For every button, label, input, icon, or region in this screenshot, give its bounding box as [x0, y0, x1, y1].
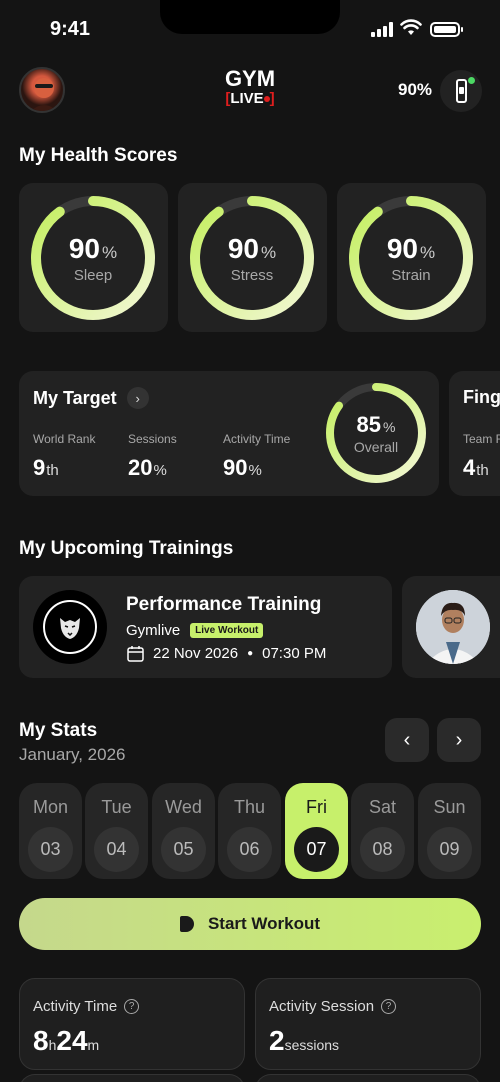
score-card-stress[interactable]: 90% Stress [178, 183, 327, 332]
calendar-icon [127, 646, 144, 662]
day-fri[interactable]: Fri 07 [285, 783, 348, 879]
health-scores-title: My Health Scores [19, 145, 178, 166]
tiger-emblem-icon [60, 618, 80, 639]
day-sat[interactable]: Sat 08 [351, 783, 414, 879]
day-sun[interactable]: Sun 09 [418, 783, 481, 879]
day-name: Mon [32, 797, 68, 817]
stress-unit: % [261, 242, 277, 262]
day-mon[interactable]: Mon 03 [19, 783, 82, 879]
day-number: 05 [161, 827, 206, 872]
strain-value: 90 [386, 232, 419, 264]
training-date: 22 Nov 2026 [153, 645, 239, 662]
activity-session-card[interactable]: Activity Session ? 2sessions [255, 978, 481, 1070]
sessions-label: Sessions [128, 432, 177, 446]
session-unit: sessions [284, 1037, 340, 1053]
next-target-suffix: th [476, 462, 489, 479]
sleep-value: 90 [68, 232, 101, 264]
day-number: 06 [227, 827, 272, 872]
day-thu[interactable]: Thu 06 [218, 783, 281, 879]
world-rank-label: World Rank [33, 432, 96, 446]
sleep-label: Sleep [73, 266, 113, 284]
day-name: Fri [306, 797, 327, 817]
day-name: Sat [368, 797, 397, 817]
user-avatar[interactable] [19, 67, 65, 113]
wifi-icon [400, 19, 422, 35]
activity-time-card[interactable]: Activity Time ? 8h24m [19, 978, 245, 1070]
logo-text-live: LIVE [230, 90, 264, 107]
wearable-device-button[interactable] [440, 70, 482, 112]
activity-time-label: Activity Time [223, 432, 291, 446]
training-time: 07:30 PM [262, 645, 327, 662]
stress-value: 90 [227, 232, 260, 264]
strain-unit: % [420, 242, 436, 262]
day-name: Sun [433, 797, 466, 817]
day-tue[interactable]: Tue 04 [85, 783, 148, 879]
overall-unit: % [383, 418, 396, 435]
day-number: 07 [294, 827, 339, 872]
day-name: Thu [233, 797, 266, 817]
trainer-avatar [416, 590, 490, 664]
target-title: My Target [33, 387, 117, 408]
world-rank-value: 9 [33, 455, 46, 480]
signal-icon [371, 22, 393, 37]
training-org: Gymlive [126, 622, 181, 639]
score-card-sleep[interactable]: 90% Sleep [19, 183, 168, 332]
play-icon [179, 916, 194, 932]
camera-notch [160, 0, 340, 34]
stats-card-partial[interactable] [255, 1074, 481, 1082]
connected-status-dot [468, 77, 475, 84]
device-battery-level: 90% [398, 80, 433, 99]
overall-value: 85 [356, 411, 382, 437]
next-target-card[interactable]: Fing Team R 4th [449, 371, 500, 496]
strain-label: Strain [391, 266, 431, 284]
stats-card-partial[interactable] [19, 1074, 245, 1082]
logo-text-gym: GYM [224, 66, 276, 91]
my-stats-title: My Stats [19, 720, 98, 741]
next-target-value: 4 [463, 455, 476, 480]
stress-label: Stress [230, 266, 274, 284]
sessions-value: 20 [128, 455, 153, 480]
upcoming-trainings-title: My Upcoming Trainings [19, 538, 234, 559]
help-icon[interactable]: ? [381, 999, 397, 1014]
target-card[interactable]: My Target › World Rank 9th Sessions 20% … [19, 371, 439, 496]
next-target-label: Team R [463, 432, 500, 446]
help-icon[interactable]: ? [124, 999, 140, 1014]
day-name: Wed [165, 797, 202, 817]
start-workout-button[interactable]: Start Workout [19, 898, 481, 950]
club-badge-logo [33, 590, 107, 664]
status-time: 9:41 [50, 18, 91, 40]
live-workout-badge: Live Workout [190, 623, 264, 638]
sessions-suffix: % [153, 462, 167, 479]
day-number: 08 [360, 827, 405, 872]
chevron-right-icon[interactable]: › [126, 387, 149, 409]
overall-label: Overall [353, 438, 399, 455]
day-name: Tue [101, 797, 132, 817]
activity-minutes: 24 [56, 1025, 88, 1056]
stats-period: January, 2026 [19, 745, 126, 764]
fitness-band-icon [455, 79, 467, 103]
day-number: 09 [427, 827, 472, 872]
start-workout-label: Start Workout [207, 914, 321, 933]
day-number: 04 [94, 827, 139, 872]
activity-session-card-label: Activity Session [269, 998, 375, 1015]
minutes-unit: m [87, 1037, 100, 1053]
battery-icon [430, 22, 463, 37]
activity-time-suffix: % [248, 462, 262, 479]
score-card-strain[interactable]: 90% Strain [337, 183, 486, 332]
next-target-title: Fing [463, 387, 500, 407]
sleep-unit: % [102, 242, 118, 262]
activity-hours: 8 [33, 1025, 49, 1056]
training-title: Performance Training [126, 594, 322, 615]
prev-week-button[interactable]: ‹ [385, 718, 429, 762]
day-number: 03 [28, 827, 73, 872]
world-rank-suffix: th [46, 462, 59, 479]
session-count: 2 [269, 1025, 285, 1056]
activity-time-value: 90 [223, 455, 248, 480]
gymlive-logo: GYM [LIVE] [220, 68, 280, 107]
next-week-button[interactable]: › [437, 718, 481, 762]
chevron-left-icon: ‹ [403, 728, 411, 751]
chevron-right-icon: › [455, 728, 463, 751]
day-wed[interactable]: Wed 05 [152, 783, 215, 879]
activity-time-card-label: Activity Time [33, 998, 118, 1015]
